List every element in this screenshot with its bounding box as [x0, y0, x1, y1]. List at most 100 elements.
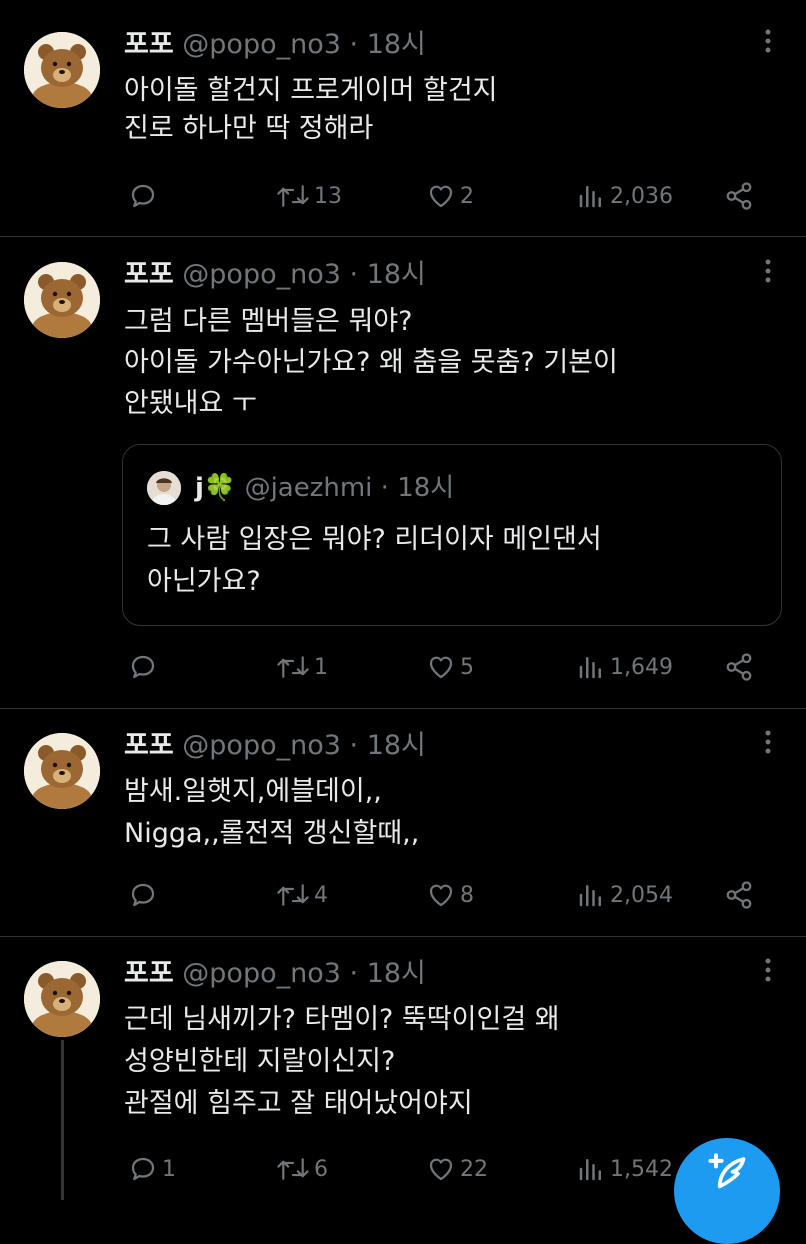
views-count: 2,036 — [610, 183, 673, 209]
views-button[interactable]: 1,542 — [576, 1151, 673, 1187]
quoted-text: 그 사람 입장은 뭐야? 리더이자 메인댄서 아닌가요? — [147, 524, 602, 597]
avatar[interactable] — [24, 961, 100, 1037]
timestamp[interactable]: 18시 — [367, 958, 426, 989]
like-button[interactable]: 5 — [426, 649, 474, 685]
views-button[interactable]: 1,649 — [576, 649, 673, 685]
tweet[interactable]: 포포 @popo_no3 · 18시 그럼 다른 멤버들은 뭐야? 아이돌 가수… — [0, 237, 806, 708]
views-count: 1,542 — [610, 1156, 673, 1182]
tweet-header: 포포 @popo_no3 · 18시 — [124, 258, 426, 292]
views-count: 1,649 — [610, 654, 673, 680]
share-icon — [726, 653, 752, 681]
bear-avatar-icon — [24, 32, 100, 108]
user-handle[interactable]: @popo_no3 — [182, 259, 341, 290]
display-name[interactable]: 포포 — [124, 730, 174, 761]
like-button[interactable]: 2 — [426, 178, 474, 214]
reply-count: 1 — [162, 1156, 176, 1182]
views-icon — [579, 657, 601, 679]
retweet-button[interactable]: 13 — [276, 178, 342, 214]
user-handle[interactable]: @popo_no3 — [182, 730, 341, 761]
display-name[interactable]: 포포 — [124, 259, 174, 290]
more-icon[interactable] — [756, 258, 780, 292]
tweet-text: 밤새.일햇지,에블데이,, Nigga,,롤전적 갱신할때,, — [124, 776, 420, 849]
bear-avatar-icon — [24, 961, 100, 1037]
reply-icon — [131, 184, 155, 208]
tweet-text: 그럼 다른 멤버들은 뭐야? 아이돌 가수아닌가요? 왜 춤을 못춤? 기본이 … — [124, 306, 618, 419]
reply-button[interactable]: 1 — [128, 1151, 176, 1187]
share-icon — [726, 881, 752, 909]
views-button[interactable]: 2,054 — [576, 877, 673, 913]
retweet-button[interactable]: 4 — [276, 877, 328, 913]
retweet-button[interactable]: 1 — [276, 649, 328, 685]
bear-avatar-icon — [24, 262, 100, 338]
heart-icon — [429, 656, 453, 679]
compose-icon — [708, 1153, 746, 1189]
tweet-text: 아이돌 할건지 프로게이머 할건지 진로 하나만 딱 정해라 — [124, 75, 498, 144]
quoted-header: j🍀 @jaezhmi · 18시 — [195, 469, 454, 507]
retweet-icon — [277, 656, 309, 678]
share-button[interactable] — [724, 649, 754, 685]
like-count: 22 — [460, 1156, 488, 1182]
user-handle[interactable]: @popo_no3 — [182, 958, 341, 989]
bear-avatar-icon — [24, 733, 100, 809]
tweet-text: 근데 님새끼가? 타멤이? 뚝딱이인걸 왜 성양빈한테 지랄이신지? 관절에 힘… — [124, 1004, 560, 1119]
tweet-header: 포포 @popo_no3 · 18시 — [124, 957, 426, 991]
heart-icon — [429, 1158, 453, 1181]
heart-icon — [429, 884, 453, 907]
retweet-icon — [277, 185, 309, 207]
tweet-actions: 1 5 1,649 — [0, 649, 806, 685]
tweet-header: 포포 @popo_no3 · 18시 — [124, 729, 426, 763]
reply-button[interactable] — [128, 178, 162, 214]
views-icon — [579, 885, 601, 907]
more-icon[interactable] — [756, 28, 780, 62]
share-icon — [726, 182, 752, 210]
quoted-display-name: j🍀 — [195, 473, 237, 503]
quoted-timestamp: 18시 — [397, 473, 455, 503]
timestamp[interactable]: 18시 — [367, 29, 426, 60]
timestamp[interactable]: 18시 — [367, 259, 426, 290]
tweet[interactable]: 포포 @popo_no3 · 18시 밤새.일햇지,에블데이,, Nigga,,… — [0, 709, 806, 936]
like-count: 8 — [460, 882, 474, 908]
share-button[interactable] — [724, 178, 754, 214]
avatar[interactable] — [24, 262, 100, 338]
quoted-avatar — [147, 471, 181, 505]
thread-line — [61, 1040, 64, 1200]
retweet-count: 6 — [314, 1156, 328, 1182]
retweet-icon — [277, 884, 309, 906]
user-handle[interactable]: @popo_no3 — [182, 29, 341, 60]
separator-dot: · — [380, 473, 389, 503]
person-avatar-icon — [147, 471, 181, 505]
retweet-count: 13 — [314, 183, 342, 209]
reply-button[interactable] — [128, 877, 162, 913]
like-button[interactable]: 8 — [426, 877, 474, 913]
like-count: 5 — [460, 654, 474, 680]
separator-dot: · — [349, 29, 359, 60]
separator-dot: · — [349, 730, 359, 761]
separator-dot: · — [349, 259, 359, 290]
compose-button[interactable] — [674, 1138, 780, 1244]
views-icon — [579, 1159, 601, 1181]
quoted-user-handle: @jaezhmi — [244, 473, 373, 503]
retweet-icon — [277, 1158, 309, 1180]
reply-icon — [131, 1157, 155, 1181]
more-icon[interactable] — [756, 957, 780, 991]
views-button[interactable]: 2,036 — [576, 178, 673, 214]
more-icon[interactable] — [756, 729, 780, 763]
display-name[interactable]: 포포 — [124, 29, 174, 60]
display-name[interactable]: 포포 — [124, 958, 174, 989]
tweet[interactable]: 포포 @popo_no3 · 18시 아이돌 할건지 프로게이머 할건지 진로 … — [0, 0, 806, 236]
reply-icon — [131, 655, 155, 679]
like-button[interactable]: 22 — [426, 1151, 488, 1187]
avatar[interactable] — [24, 733, 100, 809]
separator-dot: · — [349, 958, 359, 989]
avatar[interactable] — [24, 32, 100, 108]
like-count: 2 — [460, 183, 474, 209]
share-button[interactable] — [724, 877, 754, 913]
tweet-actions: 4 8 2,054 — [0, 877, 806, 913]
heart-icon — [429, 185, 453, 208]
quoted-tweet[interactable]: j🍀 @jaezhmi · 18시 그 사람 입장은 뭐야? 리더이자 메인댄서… — [122, 444, 782, 626]
timestamp[interactable]: 18시 — [367, 730, 426, 761]
views-icon — [579, 186, 601, 208]
retweet-button[interactable]: 6 — [276, 1151, 328, 1187]
reply-button[interactable] — [128, 649, 162, 685]
retweet-count: 1 — [314, 654, 328, 680]
